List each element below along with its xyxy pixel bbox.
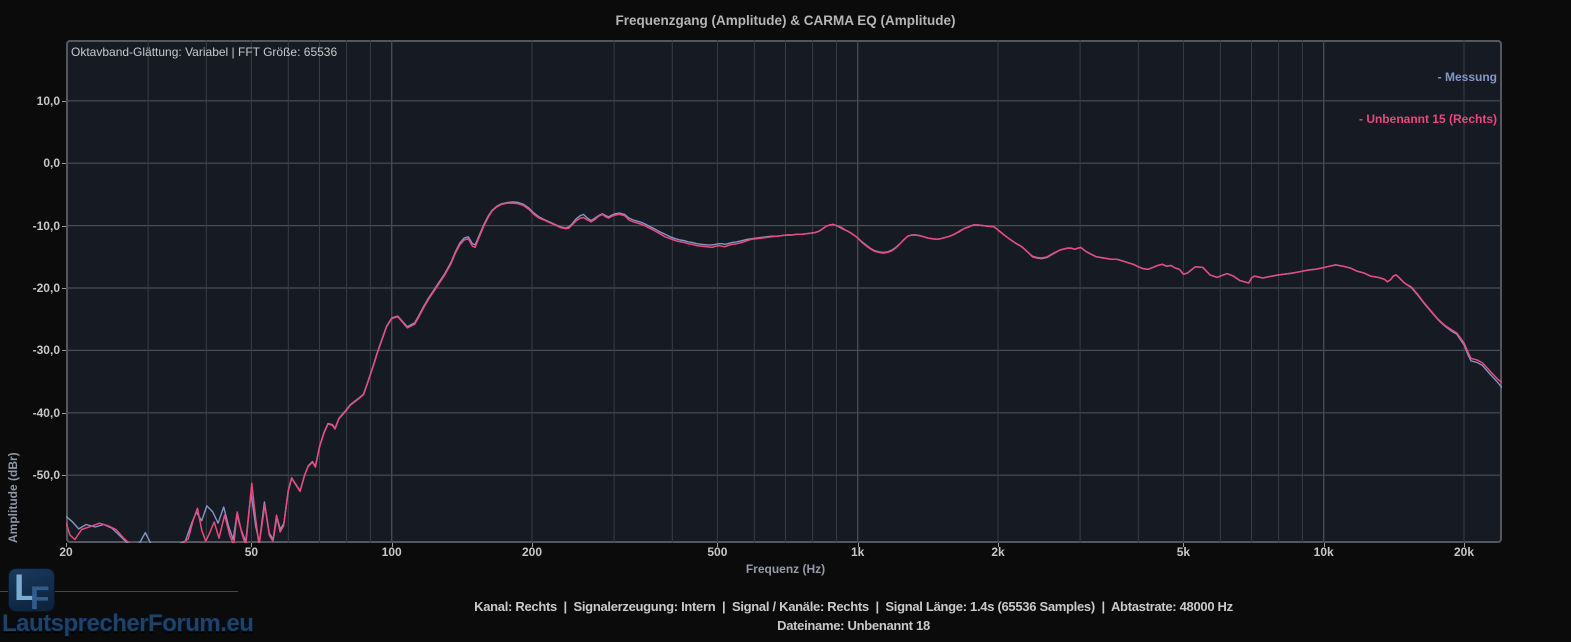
y-tick-mark xyxy=(62,475,66,476)
status-bar-measurement-info: Kanal: Rechts | Signalerzeugung: Intern … xyxy=(68,599,1571,614)
y-tick-mark xyxy=(62,350,66,351)
x-tick-label: 5k xyxy=(1177,545,1190,559)
curve-unbenannt-15-rechts- xyxy=(66,203,1502,543)
chart-title: Frequenzgang (Amplitude) & CARMA EQ (Amp… xyxy=(0,13,1571,28)
logo-letter-f: F xyxy=(30,576,50,612)
y-tick-mark xyxy=(62,413,66,414)
y-axis-title: Amplitude (dBr) xyxy=(6,40,20,543)
legend: - Messung - Unbenannt 15 (Rechts) xyxy=(1359,42,1497,140)
x-tick-label: 20k xyxy=(1454,545,1474,559)
x-tick-label: 2k xyxy=(991,545,1004,559)
legend-item-unbenannt-15: - Unbenannt 15 (Rechts) xyxy=(1359,112,1497,126)
plot-area[interactable] xyxy=(66,40,1502,543)
x-tick-label: 200 xyxy=(522,545,542,559)
lautsprecherforum-watermark-text: LautsprecherForum.eu xyxy=(2,610,253,638)
legend-item-messung: - Messung xyxy=(1359,70,1497,84)
x-tick-label: 50 xyxy=(245,545,258,559)
x-tick-label: 10k xyxy=(1314,545,1334,559)
x-tick-label: 20 xyxy=(59,545,72,559)
lautsprecherforum-logo-icon: L F xyxy=(8,568,55,612)
x-tick-label: 500 xyxy=(707,545,727,559)
y-tick-mark xyxy=(62,163,66,164)
smoothing-fft-label: Oktavband-Glättung: Variabel | FFT Größe… xyxy=(71,45,337,59)
status-bar-filename: Dateiname: Unbenannt 18 xyxy=(68,618,1571,633)
y-tick-mark xyxy=(62,226,66,227)
x-axis-title: Frequenz (Hz) xyxy=(0,562,1571,576)
curve-messung xyxy=(66,202,1502,543)
x-tick-label: 100 xyxy=(382,545,402,559)
x-tick-label: 1k xyxy=(851,545,864,559)
frequency-response-chart xyxy=(66,40,1502,543)
y-tick-mark xyxy=(62,101,66,102)
y-tick-mark xyxy=(62,288,66,289)
